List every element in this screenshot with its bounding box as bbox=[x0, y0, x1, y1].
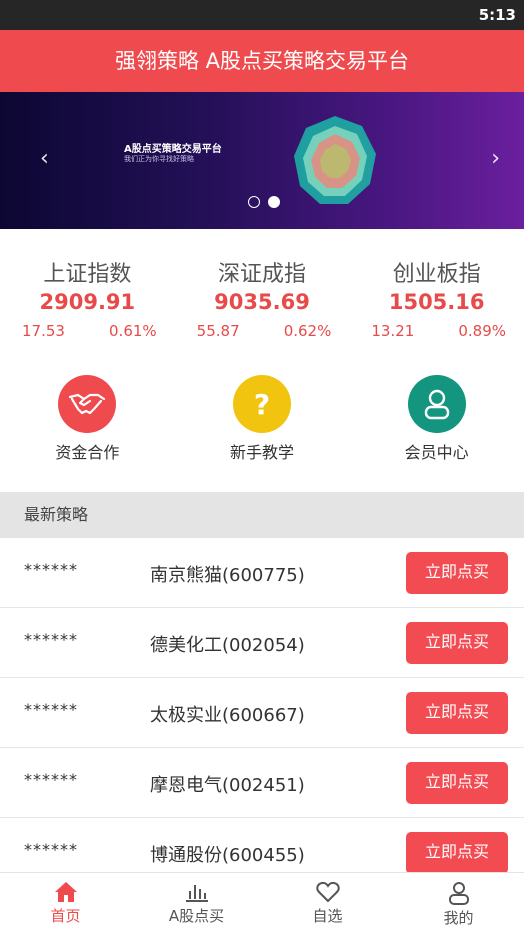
stock-name: 摩恩电气(002451) bbox=[150, 775, 305, 796]
handshake-icon bbox=[58, 375, 117, 433]
quick-action-label: 会员中心 bbox=[404, 443, 469, 462]
masked-user: ****** bbox=[24, 630, 78, 649]
index-change: 55.87 bbox=[196, 322, 240, 340]
masked-user: ****** bbox=[24, 560, 78, 579]
buy-now-button[interactable]: 立即点买 bbox=[406, 622, 508, 664]
masked-user: ****** bbox=[24, 840, 78, 859]
index-value: 2909.91 bbox=[39, 290, 136, 314]
masked-user: ****** bbox=[24, 700, 78, 719]
quick-action-label: 新手教学 bbox=[230, 443, 295, 462]
heart-icon bbox=[315, 881, 340, 903]
stock-name: 太极实业(600667) bbox=[150, 705, 305, 726]
masked-user: ****** bbox=[24, 770, 78, 789]
stock-name: 德美化工(002054) bbox=[150, 635, 305, 656]
list-item: ****** 太极实业(600667) 立即点买 bbox=[0, 678, 524, 748]
index-value: 9035.69 bbox=[214, 290, 310, 314]
index-change: 13.21 bbox=[371, 322, 415, 340]
tab-label: 自选 bbox=[312, 907, 343, 925]
quick-action-tutorial[interactable]: ? 新手教学 bbox=[175, 375, 350, 470]
strategies-header: 最新策略 bbox=[0, 492, 524, 538]
question-icon: ? bbox=[233, 375, 291, 433]
tab-label: 我的 bbox=[443, 909, 474, 927]
index-shanghai[interactable]: 上证指数 2909.91 17.53 0.61% bbox=[0, 248, 175, 348]
app-bar: 强翎策略 A股点买策略交易平台 bbox=[0, 30, 524, 92]
banner-next-icon[interactable]: › bbox=[491, 146, 500, 171]
user-icon bbox=[407, 375, 466, 433]
banner-title: A股点买策略交易平台 bbox=[124, 144, 222, 155]
quick-action-member[interactable]: 会员中心 bbox=[349, 375, 524, 470]
quick-actions: 资金合作 ? 新手教学 会员中心 bbox=[0, 375, 524, 470]
bottom-tab-bar: 首页 A股点买 自选 我的 bbox=[0, 872, 524, 937]
index-name: 创业板指 bbox=[392, 262, 481, 287]
buy-now-button[interactable]: 立即点买 bbox=[406, 762, 508, 804]
profile-icon bbox=[448, 882, 469, 905]
index-chinext[interactable]: 创业板指 1505.16 13.21 0.89% bbox=[349, 248, 524, 348]
quick-action-label: 资金合作 bbox=[55, 443, 120, 462]
buy-now-button[interactable]: 立即点买 bbox=[406, 832, 508, 874]
banner-prev-icon[interactable]: ‹ bbox=[40, 146, 49, 171]
status-time: 5:13 bbox=[478, 6, 516, 24]
bar-chart-icon bbox=[185, 885, 208, 902]
market-indices: 上证指数 2909.91 17.53 0.61% 深证成指 9035.69 55… bbox=[0, 248, 524, 348]
strategy-list: ****** 南京熊猫(600775) 立即点买 ****** 德美化工(002… bbox=[0, 538, 524, 888]
banner-subtitle: 我们正为你寻找好策略 bbox=[124, 155, 194, 163]
banner-pagination bbox=[248, 196, 280, 208]
index-percent: 0.62% bbox=[283, 322, 332, 340]
index-shenzhen[interactable]: 深证成指 9035.69 55.87 0.62% bbox=[175, 248, 350, 348]
stock-name: 博通股份(600455) bbox=[150, 845, 305, 866]
list-item: ****** 德美化工(002054) 立即点买 bbox=[0, 608, 524, 678]
index-name: 上证指数 bbox=[43, 262, 132, 287]
index-change: 17.53 bbox=[22, 322, 65, 340]
index-name: 深证成指 bbox=[218, 262, 307, 287]
list-item: ****** 南京熊猫(600775) 立即点买 bbox=[0, 538, 524, 608]
tab-home[interactable]: 首页 bbox=[0, 873, 131, 937]
banner-dot-2[interactable] bbox=[268, 196, 280, 208]
quick-action-capital[interactable]: 资金合作 bbox=[0, 375, 175, 470]
index-value: 1505.16 bbox=[388, 290, 485, 314]
page-title: 强翎策略 A股点买策略交易平台 bbox=[114, 49, 410, 73]
buy-now-button[interactable]: 立即点买 bbox=[406, 552, 508, 594]
tab-a-share-buy[interactable]: A股点买 bbox=[131, 873, 262, 937]
promo-banner[interactable]: ‹ A股点买策略交易平台 我们正为你寻找好策略 › bbox=[0, 92, 524, 229]
buy-now-button[interactable]: 立即点买 bbox=[406, 692, 508, 734]
list-item: ****** 摩恩电气(002451) 立即点买 bbox=[0, 748, 524, 818]
banner-radar-graphic bbox=[294, 116, 376, 204]
stock-name: 南京熊猫(600775) bbox=[150, 565, 305, 586]
index-percent: 0.89% bbox=[458, 322, 507, 340]
tab-profile[interactable]: 我的 bbox=[393, 873, 524, 937]
banner-dot-1[interactable] bbox=[248, 196, 260, 208]
status-bar: 5:13 bbox=[0, 0, 524, 30]
tab-label: 首页 bbox=[50, 907, 81, 925]
tab-watchlist[interactable]: 自选 bbox=[262, 873, 393, 937]
home-icon bbox=[54, 882, 77, 902]
tab-label: A股点买 bbox=[168, 907, 225, 925]
index-percent: 0.61% bbox=[109, 322, 157, 340]
